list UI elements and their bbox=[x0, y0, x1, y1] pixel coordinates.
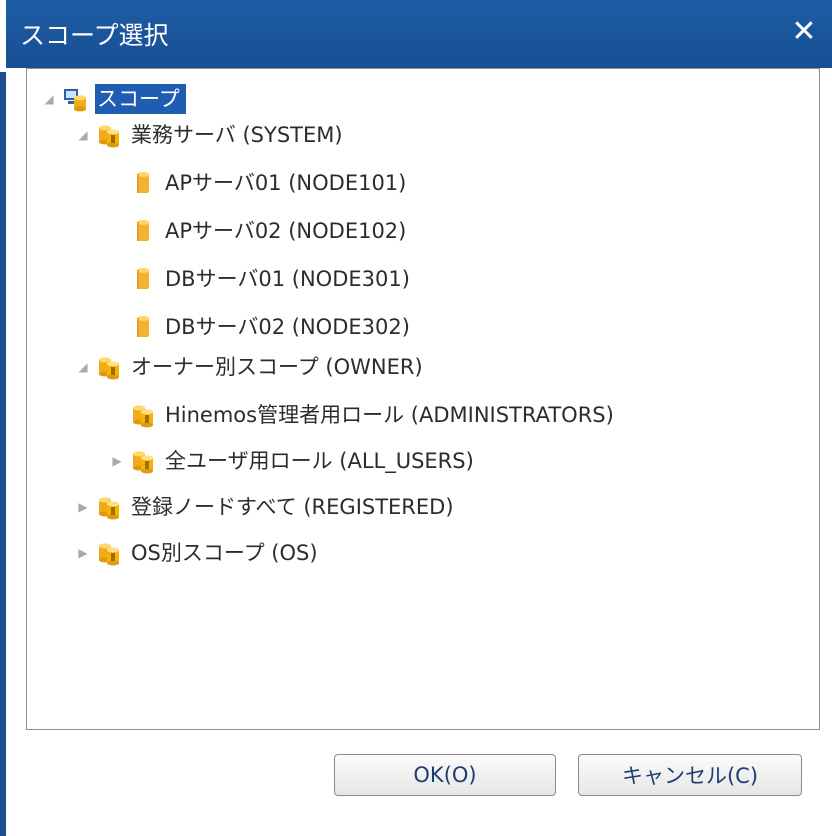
node-icon bbox=[137, 316, 149, 337]
tree-item-label: Hinemos管理者用ロール (ADMINISTRATORS) bbox=[165, 403, 614, 427]
root-scope-icon bbox=[64, 89, 86, 112]
tree-item-os[interactable]: ▶ OS別スコープ (OS) bbox=[75, 531, 324, 575]
tree-item-all-users[interactable]: ▶ 全ユーザ用ロール (ALL_USERS) bbox=[109, 439, 480, 483]
ok-button[interactable]: OK(O) bbox=[334, 754, 556, 796]
cancel-button[interactable]: キャンセル(C) bbox=[578, 754, 802, 796]
scope-icon bbox=[99, 357, 119, 380]
tree-item-label: APサーバ01 (NODE101) bbox=[165, 171, 407, 195]
tree-item-label: OS別スコープ (OS) bbox=[131, 541, 318, 565]
tree-item-label: 全ユーザ用ロール (ALL_USERS) bbox=[165, 449, 474, 473]
node-icon bbox=[137, 268, 149, 289]
tree-item-administrators[interactable]: Hinemos管理者用ロール (ADMINISTRATORS) bbox=[109, 393, 620, 437]
tree-item-label: DBサーバ02 (NODE302) bbox=[165, 315, 410, 339]
dialog-footer: OK(O) キャンセル(C) bbox=[6, 730, 832, 836]
scope-icon bbox=[133, 405, 153, 428]
scope-icon bbox=[133, 451, 153, 474]
scope-icon bbox=[99, 543, 119, 566]
tree-item-label: 業務サーバ (SYSTEM) bbox=[131, 123, 343, 147]
tree-item-owner[interactable]: ◢ オーナー別スコープ (OWNER) bbox=[75, 345, 429, 389]
tree-item-node101[interactable]: APサーバ01 (NODE101) bbox=[109, 161, 412, 205]
dialog-titlebar[interactable]: スコープ選択 ✕ bbox=[6, 0, 832, 68]
tree-item-registered[interactable]: ▶ 登録ノードすべて (REGISTERED) bbox=[75, 485, 460, 529]
tree-item-label: APサーバ02 (NODE102) bbox=[165, 219, 407, 243]
expanded-arrow-icon[interactable]: ◢ bbox=[41, 91, 57, 107]
collapsed-arrow-icon[interactable]: ▶ bbox=[75, 545, 91, 561]
scope-tree[interactable]: ◢ スコープ ◢ 業務サーバ (SYSTEM) APサーバ01 (NODE101… bbox=[26, 68, 820, 730]
scope-icon bbox=[99, 497, 119, 520]
tree-item-label: オーナー別スコープ (OWNER) bbox=[131, 355, 423, 379]
scope-icon bbox=[99, 125, 119, 148]
close-icon[interactable]: ✕ bbox=[786, 14, 822, 50]
tree-item-node302[interactable]: DBサーバ02 (NODE302) bbox=[109, 305, 416, 349]
collapsed-arrow-icon[interactable]: ▶ bbox=[75, 499, 91, 515]
scope-select-dialog: スコープ選択 ✕ ◢ スコープ ◢ 業務サーバ (SYSTEM) APサーバ01… bbox=[6, 0, 832, 836]
node-icon bbox=[137, 172, 149, 193]
dialog-title: スコープ選択 bbox=[20, 21, 169, 50]
tree-item-label: 登録ノードすべて (REGISTERED) bbox=[131, 495, 454, 519]
expanded-arrow-icon[interactable]: ◢ bbox=[75, 127, 91, 143]
tree-item-system[interactable]: ◢ 業務サーバ (SYSTEM) bbox=[75, 113, 349, 157]
tree-item-label: スコープ bbox=[95, 84, 186, 114]
tree-item-label: DBサーバ01 (NODE301) bbox=[165, 267, 410, 291]
expanded-arrow-icon[interactable]: ◢ bbox=[75, 359, 91, 375]
tree-item-node102[interactable]: APサーバ02 (NODE102) bbox=[109, 209, 412, 253]
node-icon bbox=[137, 220, 149, 241]
collapsed-arrow-icon[interactable]: ▶ bbox=[109, 453, 125, 469]
tree-item-node301[interactable]: DBサーバ01 (NODE301) bbox=[109, 257, 416, 301]
